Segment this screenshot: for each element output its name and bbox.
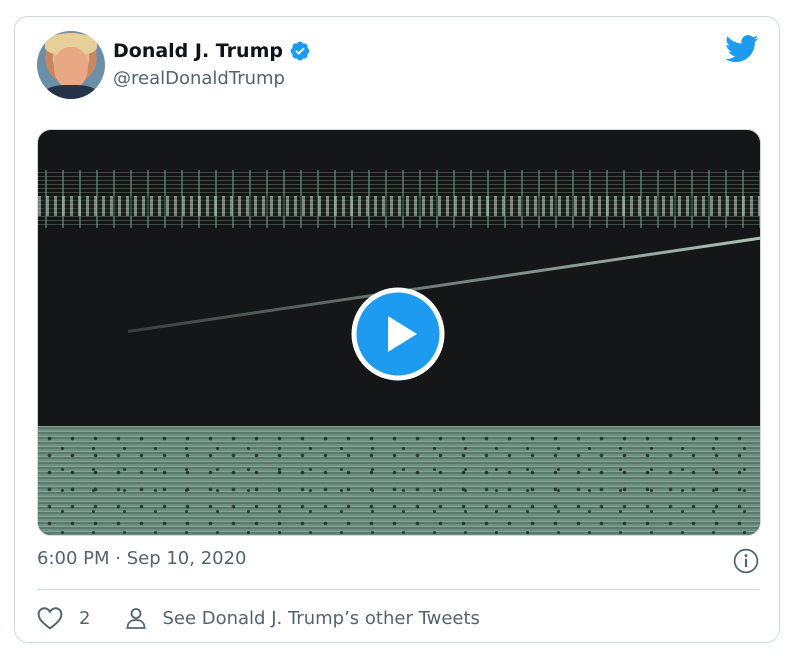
avatar-suit (41, 85, 101, 99)
author-name-row[interactable]: Donald J. Trump (113, 40, 311, 62)
heart-icon[interactable] (37, 606, 63, 630)
tweet-card: Donald J. Trump @realDonaldTrump 6:00 PM… (14, 16, 780, 643)
play-icon[interactable] (351, 287, 445, 381)
other-tweets-link[interactable]: See Donald J. Trump’s other Tweets (162, 608, 479, 629)
verified-badge-icon (290, 41, 310, 61)
author-name[interactable]: Donald J. Trump (113, 40, 283, 62)
info-icon[interactable] (733, 548, 759, 574)
avatar-face (54, 47, 88, 89)
video-frame-noise-line (38, 196, 760, 216)
like-count[interactable]: 2 (79, 608, 90, 629)
video-frame-ground-texture (38, 430, 760, 534)
video-player[interactable] (37, 129, 761, 536)
tweet-timestamp[interactable]: 6:00 PM · Sep 10, 2020 (37, 548, 247, 569)
tweet-actions: 2 See Donald J. Trump’s other Tweets (37, 605, 480, 631)
person-icon (127, 608, 146, 629)
author-handle[interactable]: @realDonaldTrump (113, 68, 285, 89)
divider (37, 589, 759, 590)
author-avatar[interactable] (37, 31, 105, 99)
twitter-bird-icon[interactable] (725, 35, 759, 63)
